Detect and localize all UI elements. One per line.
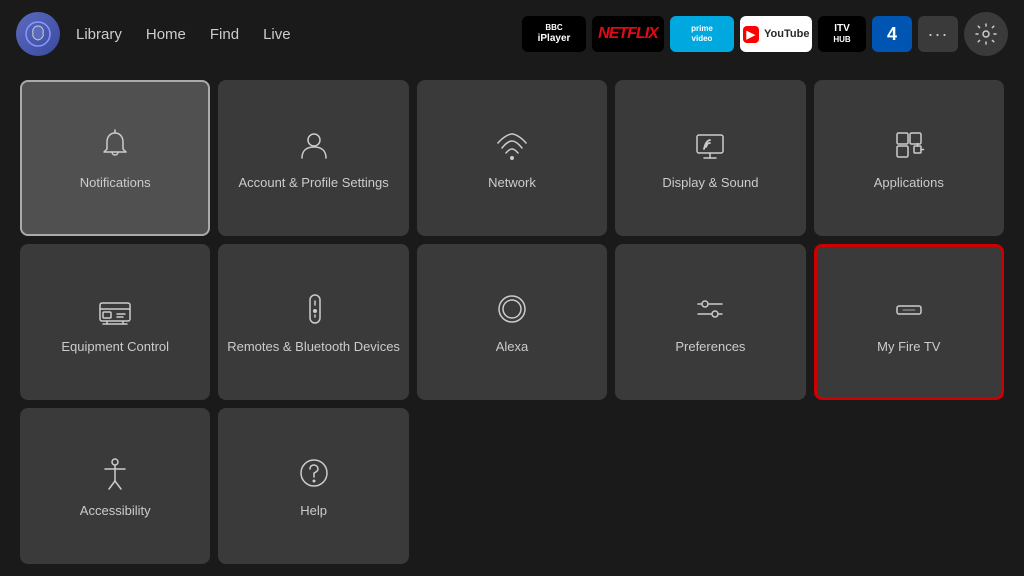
applications-label: Applications <box>874 175 944 192</box>
apps-icon <box>889 125 929 165</box>
display-icon <box>690 125 730 165</box>
grid-item-alexa[interactable]: Alexa <box>417 244 607 400</box>
help-icon <box>294 453 334 493</box>
accessibility-label: Accessibility <box>80 503 151 520</box>
grid-item-applications[interactable]: Applications <box>814 80 1004 236</box>
help-label: Help <box>300 503 327 520</box>
alexa-icon <box>492 289 532 329</box>
grid-item-accessibility[interactable]: Accessibility <box>20 408 210 564</box>
grid-item-network[interactable]: Network <box>417 80 607 236</box>
more-apps-button[interactable]: ··· <box>918 16 958 52</box>
nav-links: Library Home Find Live <box>76 26 291 43</box>
firetv-icon <box>889 289 929 329</box>
grid-item-my-fire-tv[interactable]: My Fire TV <box>814 244 1004 400</box>
app-prime-video[interactable]: primevideo <box>670 16 734 52</box>
nav-library[interactable]: Library <box>76 26 122 43</box>
equipment-label: Equipment Control <box>61 339 169 356</box>
app-youtube[interactable]: ▶ YouTube <box>740 16 812 52</box>
notifications-label: Notifications <box>80 175 151 192</box>
top-navigation: Library Home Find Live BBCiPlayer NETFLI… <box>0 0 1024 68</box>
account-label: Account & Profile Settings <box>238 175 388 192</box>
grid-item-account[interactable]: Account & Profile Settings <box>218 80 408 236</box>
nav-home[interactable]: Home <box>146 26 186 43</box>
grid-item-display-sound[interactable]: Display & Sound <box>615 80 805 236</box>
avatar[interactable] <box>16 12 60 56</box>
grid-item-equipment[interactable]: Equipment Control <box>20 244 210 400</box>
display-sound-label: Display & Sound <box>662 175 758 192</box>
grid-item-remotes[interactable]: Remotes & Bluetooth Devices <box>218 244 408 400</box>
preferences-label: Preferences <box>675 339 745 356</box>
person-icon <box>294 125 334 165</box>
grid-item-notifications[interactable]: Notifications <box>20 80 210 236</box>
accessibility-icon <box>95 453 135 493</box>
bell-icon <box>95 125 135 165</box>
grid-item-preferences[interactable]: Preferences <box>615 244 805 400</box>
alexa-label: Alexa <box>496 339 529 356</box>
nav-apps: BBCiPlayer NETFLIX primevideo ▶ YouTube … <box>522 12 1008 56</box>
remote-icon <box>294 289 334 329</box>
app-netflix[interactable]: NETFLIX <box>592 16 664 52</box>
settings-button[interactable] <box>964 12 1008 56</box>
nav-find[interactable]: Find <box>210 26 239 43</box>
remotes-label: Remotes & Bluetooth Devices <box>227 339 400 356</box>
network-label: Network <box>488 175 536 192</box>
app-channel4[interactable]: 4 <box>872 16 912 52</box>
app-bbc-iplayer[interactable]: BBCiPlayer <box>522 16 586 52</box>
tv-icon <box>95 289 135 329</box>
settings-grid: Notifications Account & Profile Settings… <box>0 68 1024 576</box>
app-itv[interactable]: ITVHUB <box>818 16 866 52</box>
sliders-icon <box>690 289 730 329</box>
nav-live[interactable]: Live <box>263 26 291 43</box>
my-fire-tv-label: My Fire TV <box>877 339 940 356</box>
wifi-icon <box>492 125 532 165</box>
grid-item-help[interactable]: Help <box>218 408 408 564</box>
